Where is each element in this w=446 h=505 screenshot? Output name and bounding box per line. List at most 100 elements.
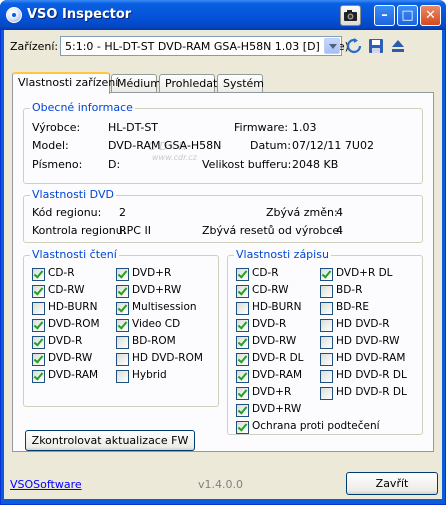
- read-properties-title: Vlastnosti čtení: [30, 248, 119, 261]
- device-select-value: 5:1:0 - HL-DT-ST DVD-RAM GSA-H58N 1.03 […: [65, 40, 349, 53]
- write-hd-dvd-r-checkbox[interactable]: [320, 319, 333, 332]
- check-fw-updates-button[interactable]: Zkontrolovat aktualizace FW: [25, 430, 195, 451]
- read-multisession-checkbox[interactable]: [116, 302, 129, 315]
- tab-system[interactable]: Systém: [217, 74, 264, 92]
- read-hd-burn-checkbox[interactable]: [32, 302, 45, 315]
- write-dvd-r-checkbox[interactable]: [236, 319, 249, 332]
- write-dvd-r-dl-label: DVD-R DL: [252, 352, 304, 364]
- read-properties-group: Vlastnosti čtení CD-R CD-RW HD-BURN DVD-ROM…: [23, 248, 219, 407]
- buffer-value: 2048 KB: [292, 158, 339, 171]
- read-cd-rw-label: CD-RW: [48, 284, 85, 296]
- read-dvd-r-label: DVD+R: [132, 267, 172, 279]
- read-hd-dvd-rom-checkbox[interactable]: [116, 353, 129, 366]
- client-area: Zařízení: 5:1:0 - HL-DT-ST DVD-RAM GSA-H…: [4, 30, 442, 499]
- letter-label: Písmeno:: [32, 158, 83, 171]
- date-value: 07/12/11 7U02: [292, 139, 374, 152]
- maximize-icon: □: [401, 8, 414, 23]
- read-cd-r-checkbox[interactable]: [32, 268, 45, 281]
- write-dvd-r-checkbox[interactable]: [236, 387, 249, 400]
- write-cd-r-label: CD-R: [252, 267, 279, 279]
- write-dvd-rw-label: DVD+RW: [252, 403, 302, 415]
- write-dvd-ram-checkbox[interactable]: [236, 370, 249, 383]
- region-control-value: RPC II: [119, 224, 151, 237]
- changes-value: 4: [336, 206, 343, 219]
- vsosoftware-link[interactable]: VSOSoftware: [10, 478, 82, 491]
- buffer-label: Velikost bufferu:: [202, 158, 292, 171]
- write-dvd-r-dl-checkbox[interactable]: [320, 268, 333, 281]
- watermark-url: www.cdr.cz: [152, 153, 197, 162]
- write-properties-group: Vlastnosti zápisu CD-R CD-RW HD-BURN DVD-R D…: [227, 248, 423, 435]
- write-dvd-r-label: DVD-R: [252, 318, 287, 330]
- write-hd-dvd-rw-checkbox[interactable]: [320, 336, 333, 349]
- read-multisession-label: Multisession: [132, 301, 197, 313]
- close-icon: ✕: [425, 8, 436, 23]
- read-dvd-ram-label: DVD-RAM: [48, 369, 99, 381]
- underrun-protection-checkbox[interactable]: [236, 421, 249, 434]
- tab-device-properties[interactable]: Vlastnosti zařízení: [12, 72, 118, 94]
- manufacturer-value: HL-DT-ST: [108, 121, 159, 134]
- write-cd-r-checkbox[interactable]: [236, 268, 249, 281]
- read-hybrid-checkbox[interactable]: [116, 370, 129, 383]
- write-cd-rw-checkbox[interactable]: [236, 285, 249, 298]
- write-dvd-r-dl-label: DVD+R DL: [336, 267, 393, 279]
- read-cd-rw-checkbox[interactable]: [32, 285, 45, 298]
- write-hd-dvd-r-dl-checkbox[interactable]: [320, 387, 333, 400]
- refresh-icon[interactable]: [346, 38, 362, 54]
- resets-label: Zbývá resetů od výrobce:: [202, 224, 343, 237]
- write-hd-dvd-ram-checkbox[interactable]: [320, 353, 333, 366]
- app-icon: [6, 7, 22, 23]
- close-window-button[interactable]: ✕: [420, 5, 441, 26]
- manufacturer-label: Výrobce:: [32, 121, 81, 134]
- write-hd-burn-label: HD-BURN: [252, 301, 302, 313]
- maximize-button[interactable]: □: [397, 5, 418, 26]
- read-dvd-rom-label: DVD-ROM: [48, 318, 100, 330]
- region-value: 2: [119, 206, 126, 219]
- letter-value: D:: [108, 158, 121, 171]
- read-dvd-rw-label: DVD-RW: [48, 352, 93, 364]
- region-label: Kód regionu:: [32, 206, 102, 219]
- write-hd-dvd-r-dl-label: HD DVD-R DL: [336, 369, 407, 381]
- write-bd-re-checkbox[interactable]: [320, 302, 333, 315]
- write-bd-r-checkbox[interactable]: [320, 285, 333, 298]
- write-dvd-rw-checkbox[interactable]: [236, 404, 249, 417]
- title-bar[interactable]: VSO Inspector – □ ✕: [0, 0, 446, 30]
- read-dvd-rw-checkbox[interactable]: [32, 353, 45, 366]
- minimize-icon: –: [381, 8, 388, 23]
- write-properties-title: Vlastnosti zápisu: [234, 248, 331, 261]
- save-icon[interactable]: [368, 38, 384, 54]
- write-hd-burn-checkbox[interactable]: [236, 302, 249, 315]
- read-hd-burn-label: HD-BURN: [48, 301, 98, 313]
- read-dvd-rom-checkbox[interactable]: [32, 319, 45, 332]
- chevron-down-icon[interactable]: [324, 38, 340, 54]
- write-hd-dvd-r-dl-label: HD DVD-R DL: [336, 386, 407, 398]
- region-control-label: Kontrola regionu:: [32, 224, 127, 237]
- general-info-title: Obecné informace: [30, 101, 135, 114]
- underrun-protection-label: Ochrana proti podtečení: [252, 420, 380, 432]
- screenshot-button[interactable]: [340, 5, 361, 26]
- write-bd-re-label: BD-RE: [336, 301, 370, 313]
- read-video-cd-checkbox[interactable]: [116, 319, 129, 332]
- read-dvd-r-checkbox[interactable]: [32, 336, 45, 349]
- write-dvd-rw-checkbox[interactable]: [236, 336, 249, 349]
- read-bd-rom-checkbox[interactable]: [116, 336, 129, 349]
- date-label: Datum:: [250, 139, 291, 152]
- close-button[interactable]: Zavřít: [346, 472, 438, 495]
- write-dvd-r-dl-checkbox[interactable]: [236, 353, 249, 366]
- device-label: Zařízení:: [10, 40, 59, 53]
- read-dvd-ram-checkbox[interactable]: [32, 370, 45, 383]
- version-label: v1.4.0.0: [198, 478, 243, 491]
- device-select[interactable]: 5:1:0 - HL-DT-ST DVD-RAM GSA-H58N 1.03 […: [60, 36, 349, 56]
- dvd-properties-group: Vlastnosti DVD Kód regionu: 2 Zbývá změn…: [23, 188, 423, 243]
- eject-icon[interactable]: [390, 38, 406, 54]
- write-hd-dvd-r-dl-checkbox[interactable]: [320, 370, 333, 383]
- read-cd-r-label: CD-R: [48, 267, 75, 279]
- dvd-properties-title: Vlastnosti DVD: [30, 188, 116, 201]
- resets-value: 4: [336, 224, 343, 237]
- read-dvd-rw-checkbox[interactable]: [116, 285, 129, 298]
- write-cd-rw-label: CD-RW: [252, 284, 289, 296]
- firmware-value: 1.03: [292, 121, 317, 134]
- write-dvd-r-label: DVD+R: [252, 386, 292, 398]
- tab-scan[interactable]: Prohledat: [159, 74, 217, 92]
- read-dvd-r-checkbox[interactable]: [116, 268, 129, 281]
- minimize-button[interactable]: –: [374, 5, 395, 26]
